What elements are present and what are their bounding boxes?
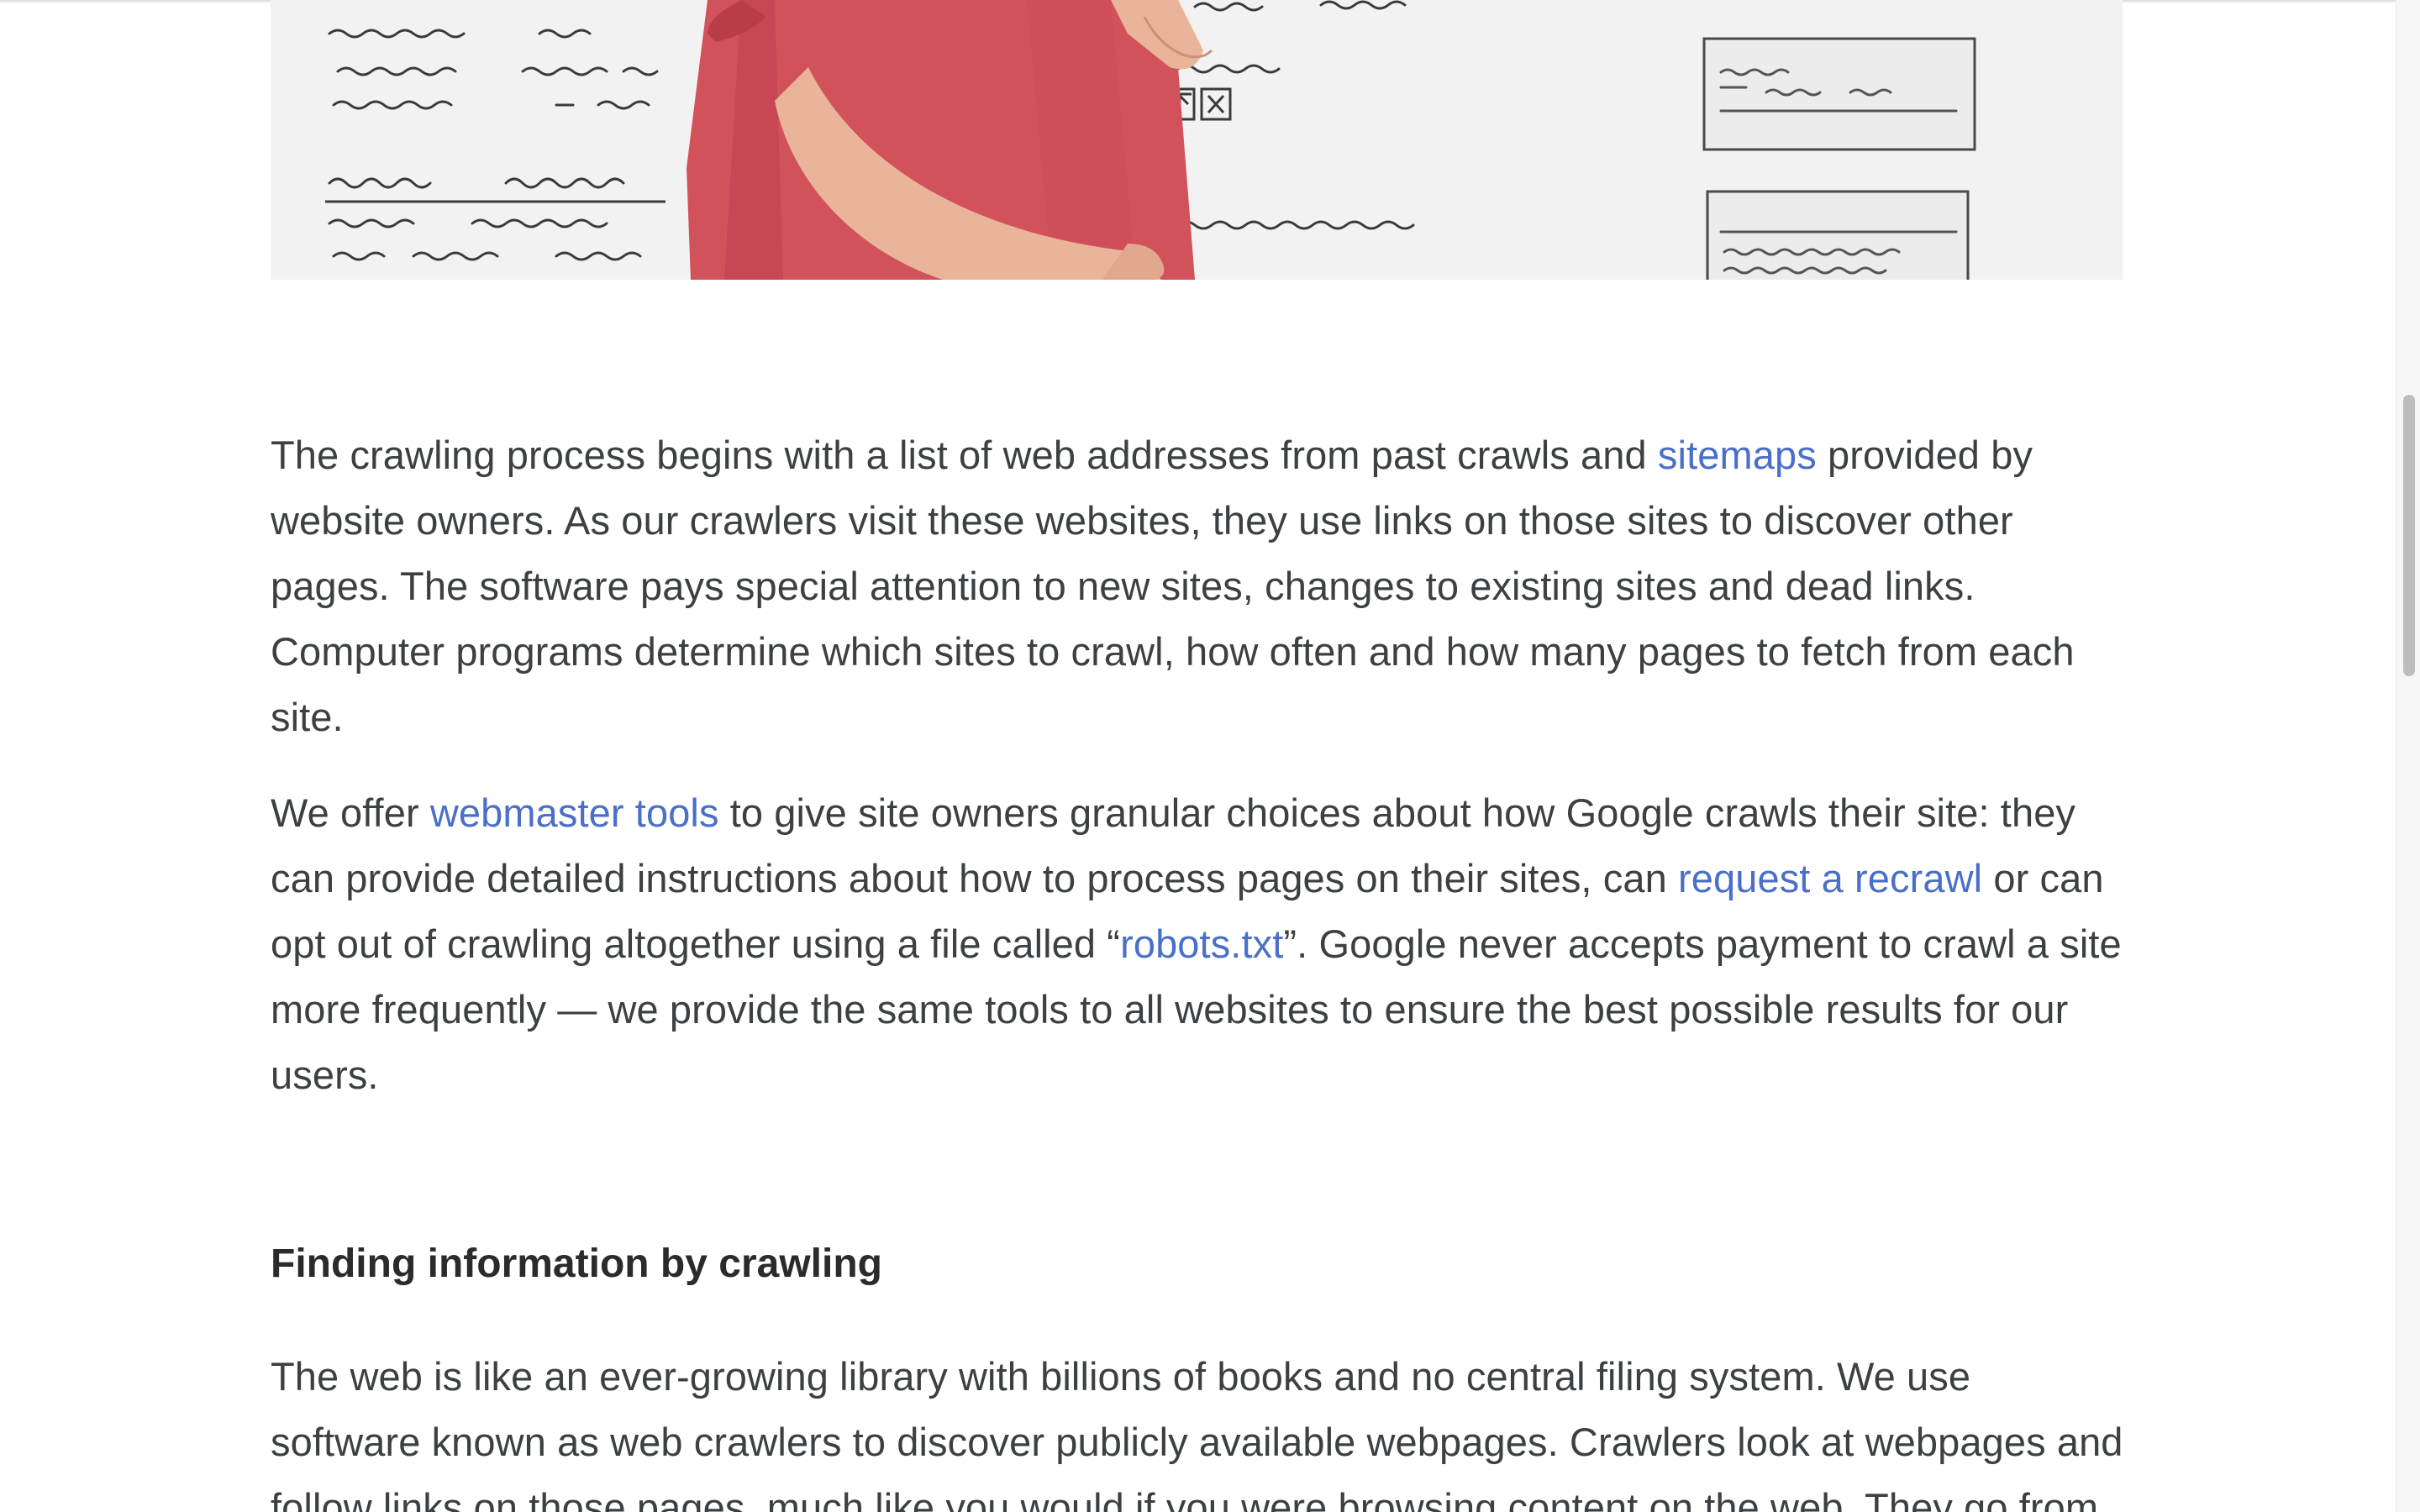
video-player[interactable] bbox=[271, 0, 2123, 280]
webmaster-tools-link[interactable]: webmaster tools bbox=[430, 790, 719, 835]
paragraph-web-library: The web is like an ever-growing library … bbox=[271, 1354, 2123, 1512]
paragraph-text: provided by website owners. As our crawl… bbox=[271, 433, 2075, 739]
request-recrawl-link[interactable]: request a recrawl bbox=[1678, 856, 1982, 900]
scrollbar-thumb[interactable] bbox=[2403, 395, 2415, 676]
paragraph-text: We offer bbox=[271, 790, 430, 835]
section-heading: Finding information by crawling bbox=[271, 1242, 882, 1286]
page-scrollbar[interactable] bbox=[2396, 0, 2420, 1512]
paragraph-text: The crawling process begins with a list … bbox=[271, 433, 1658, 477]
paragraph-webmaster-tools: We offer webmaster tools to give site ow… bbox=[271, 780, 2128, 1108]
paragraph-crawling-process: The crawling process begins with a list … bbox=[271, 423, 2128, 750]
robots-txt-link[interactable]: robots.txt bbox=[1120, 921, 1283, 966]
sitemaps-link[interactable]: sitemaps bbox=[1658, 433, 1817, 477]
video-thumbnail bbox=[271, 0, 2123, 280]
